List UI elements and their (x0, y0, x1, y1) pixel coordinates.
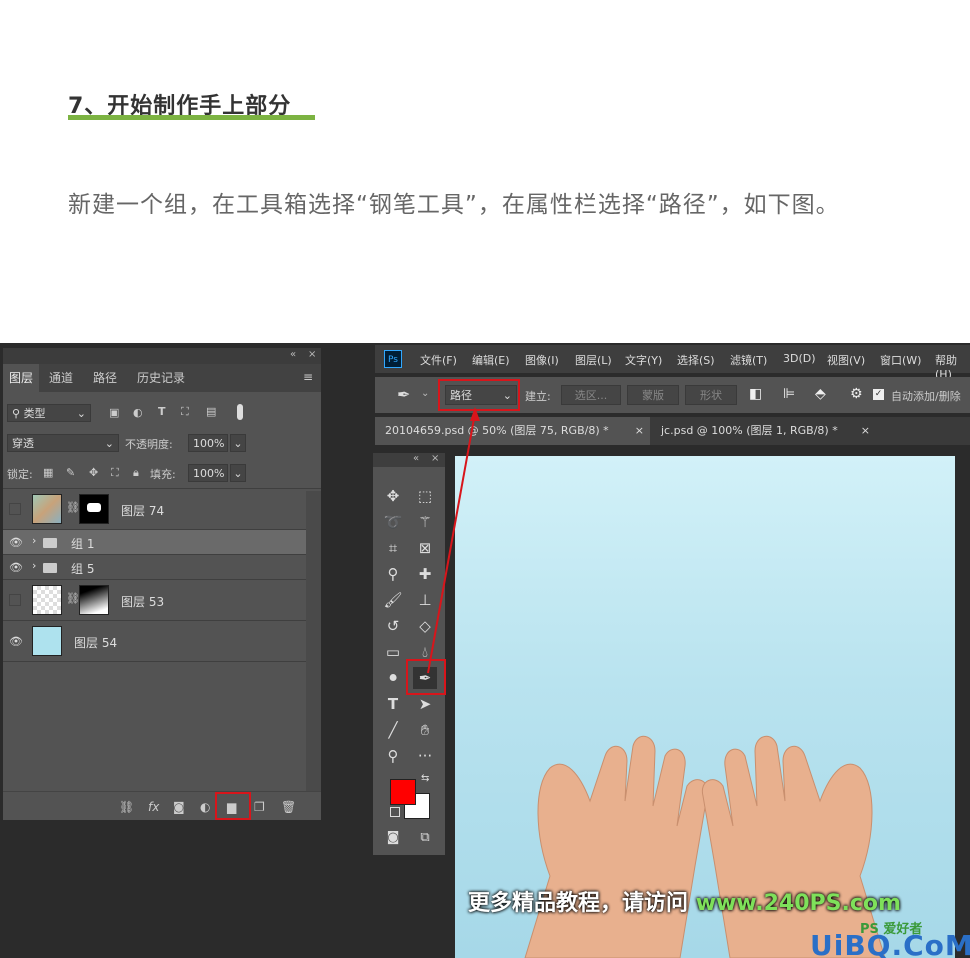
heading-underline (68, 115, 315, 120)
watermark: 更多精品教程，请访问 www.240PS.com (468, 885, 901, 917)
watermark-text: 更多精品教程，请访问 (468, 891, 689, 916)
watermark-url: www.240PS.com (695, 891, 901, 916)
annotation-arrow (427, 407, 480, 674)
instruction-paragraph: 新建一个组，在工具箱选择“钢笔工具”，在属性栏选择“路径”，如下图。 (68, 192, 840, 218)
site-logo: UiBQ.CoM (810, 929, 970, 958)
photoshop-screenshot: « × 图层 通道 路径 历史记录 ≡ ⚲ 类型 ⌄ ▣ ◐ T ⛶ ▤ 穿透 ⌄ … (0, 343, 970, 958)
